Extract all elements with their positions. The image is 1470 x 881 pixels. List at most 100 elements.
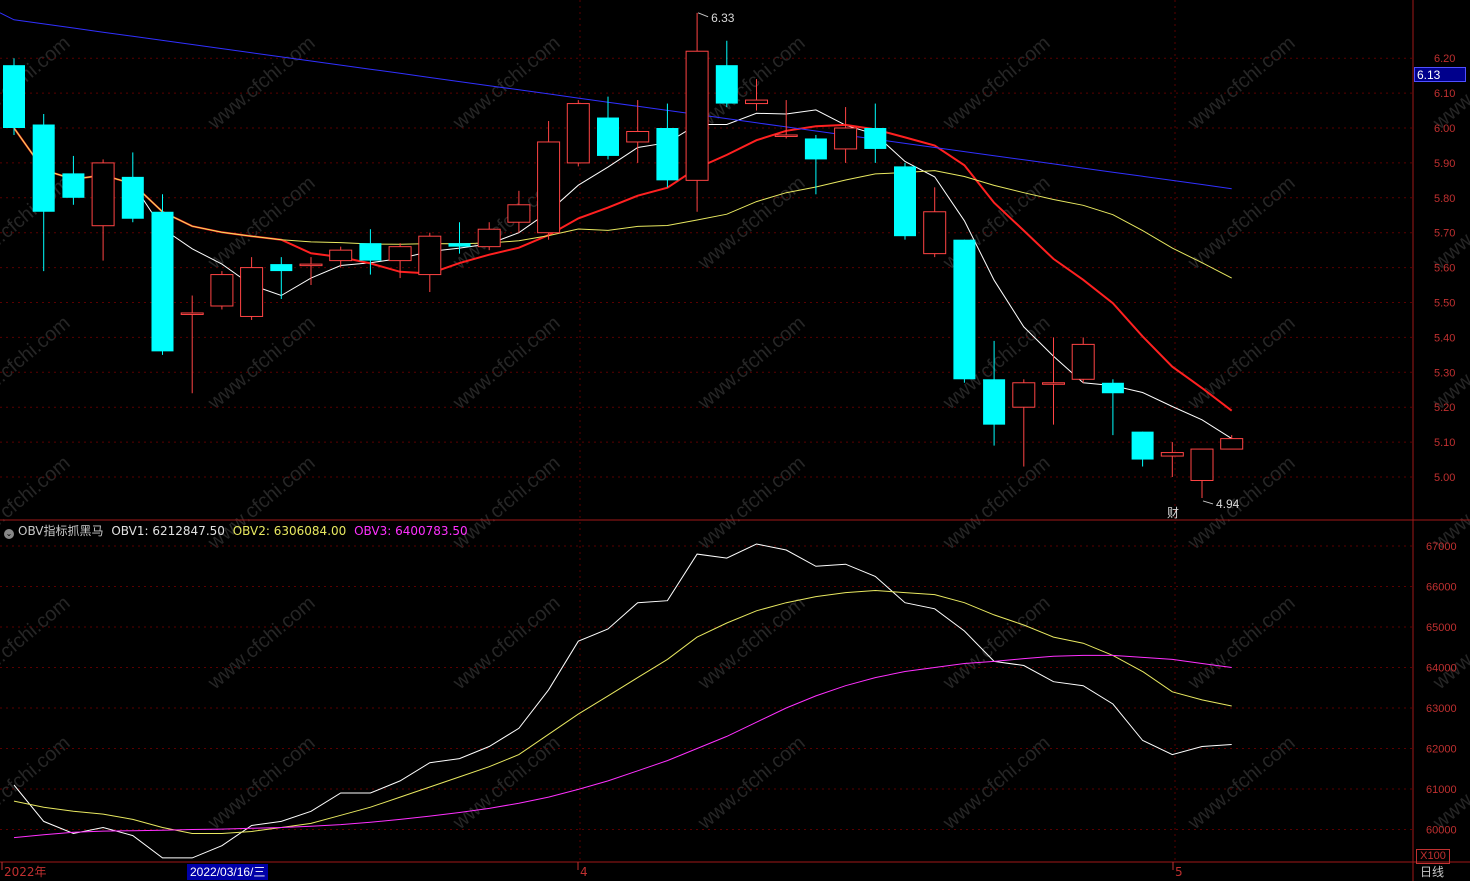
candle-body <box>180 312 204 315</box>
candle-body <box>62 173 85 198</box>
obv2-line <box>13 589 1232 834</box>
candle-body <box>1042 382 1065 385</box>
candle-body <box>864 128 887 149</box>
candle-body <box>834 127 858 150</box>
obv1-label: OBV1: 6212847.50 <box>111 524 225 538</box>
candle-body <box>151 211 174 352</box>
candle-body <box>804 138 827 160</box>
obv-tick-label: 66000 <box>1426 582 1457 594</box>
candle-body <box>1220 438 1244 450</box>
watermark-text: www.cfchi.com <box>938 452 1054 555</box>
candle-body <box>329 249 353 262</box>
watermark-text: www.cfchi.com <box>938 32 1054 135</box>
candle-body <box>774 134 798 137</box>
candle-body <box>983 379 1006 425</box>
period-button[interactable]: 日线 <box>1420 864 1444 880</box>
price-tick-label: 5.40 <box>1434 332 1455 344</box>
candle-body <box>1160 452 1184 457</box>
watermark-text: www.cfchi.com <box>203 732 319 835</box>
watermark-text: www.cfchi.com <box>0 592 75 695</box>
price-tick-label: 5.50 <box>1434 298 1455 310</box>
candle-body <box>1101 382 1124 394</box>
low-price-label: 4.94 <box>1216 497 1240 511</box>
obv2-label: OBV2: 6306084.00 <box>232 524 347 538</box>
price-tick-label: 5.70 <box>1434 228 1455 240</box>
obv-tick-label: 64000 <box>1426 663 1457 675</box>
watermark-text: www.cfchi.com <box>203 452 319 555</box>
obv1-line <box>13 543 1232 859</box>
candle-body <box>1071 343 1095 380</box>
watermark-text: www.cfchi.com <box>448 452 564 555</box>
watermark-text: www.cfchi.com <box>1183 592 1299 695</box>
price-tick-label: 5.30 <box>1434 367 1455 379</box>
cursor-date-label: 2022/03/16/三 <box>187 864 269 880</box>
watermark-text: www.cfchi.com <box>448 592 564 695</box>
watermark-text: www.cfchi.com <box>693 32 809 135</box>
price-tick-label: 5.10 <box>1434 437 1455 449</box>
watermark-text: www.cfchi.com <box>693 452 809 555</box>
candle-body <box>1190 448 1214 481</box>
candle-body <box>685 50 709 181</box>
watermark-text: www.cfchi.com <box>203 592 319 695</box>
candle-body <box>3 65 25 128</box>
time-tick-label: 2022年 <box>4 865 47 879</box>
obv-tick-label: 60000 <box>1426 825 1457 837</box>
watermark-text: www.cfchi.com <box>1428 172 1470 275</box>
scale-badge[interactable]: X100 <box>1416 849 1450 864</box>
watermark-text: www.cfchi.com <box>693 312 809 415</box>
watermark-text: www.cfchi.com <box>1428 592 1470 695</box>
watermark-text: www.cfchi.com <box>448 312 564 415</box>
obv-tick-label: 62000 <box>1426 744 1457 756</box>
watermark-text: www.cfchi.com <box>203 32 319 135</box>
watermark-text: www.cfchi.com <box>448 32 564 135</box>
candle-body <box>1012 382 1036 408</box>
candle-body <box>953 239 976 380</box>
watermark-text: www.cfchi.com <box>1428 32 1470 135</box>
ma10-line <box>13 123 1233 412</box>
watermark-text: www.cfchi.com <box>0 312 75 415</box>
candlestick-series <box>3 12 1244 498</box>
candle-body <box>923 211 947 255</box>
watermark-text: www.cfchi.com <box>938 592 1054 695</box>
obv-lines <box>13 543 1232 859</box>
current-price-tag: 6.13 <box>1414 67 1466 82</box>
price-tick-label: 5.90 <box>1434 158 1455 170</box>
dropdown-circle-icon[interactable]: ⌄ <box>4 529 14 539</box>
candle-body <box>566 103 590 164</box>
obv-tick-label: 67000 <box>1426 541 1457 553</box>
watermark-text: www.cfchi.com <box>1428 452 1470 555</box>
high-price-label: 6.33 <box>711 11 735 25</box>
watermark-text: www.cfchi.com <box>938 732 1054 835</box>
candle-body <box>745 99 768 105</box>
candle-body <box>91 162 115 227</box>
watermark-text: www.cfchi.com <box>693 172 809 275</box>
indicator-legend[interactable]: ⌄ OBV指标抓黑马 OBV1: 6212847.50 OBV2: 6306084… <box>4 522 468 539</box>
price-tick-label: 5.60 <box>1434 263 1455 275</box>
candle-body <box>537 141 561 234</box>
price-tick-label: 6.00 <box>1434 123 1455 135</box>
watermark-text: www.cfchi.com <box>1183 312 1299 415</box>
candle-body <box>448 243 471 247</box>
financial-report-marker: 财 <box>1167 506 1179 520</box>
watermark-text: www.cfchi.com <box>1183 32 1299 135</box>
price-tick-label: 6.10 <box>1434 88 1455 100</box>
obv-tick-label: 65000 <box>1426 622 1457 634</box>
time-tick-label: 5 <box>1175 865 1183 879</box>
obv-tick-label: 63000 <box>1426 703 1457 715</box>
candle-body <box>715 65 738 104</box>
time-tick-label: 4 <box>580 865 588 879</box>
price-tick-label: 5.00 <box>1434 472 1455 484</box>
indicator-name: OBV指标抓黑马 <box>18 524 104 538</box>
candle-body <box>597 117 619 156</box>
high-pointer <box>697 12 709 18</box>
candle-body <box>507 204 531 223</box>
candle-body <box>418 235 442 276</box>
watermark-layer: www.cfchi.com www.cfchi.com www.cfchi.com w… <box>0 32 1470 835</box>
candle-body <box>894 166 916 237</box>
watermark-text: www.cfchi.com <box>1428 312 1470 415</box>
axis-tick-labels: 6.20 6.10 6.00 5.90 5.80 5.70 5.60 5.50 5.40 5.30… <box>1 53 1457 879</box>
price-tick-label: 6.20 <box>1434 53 1455 65</box>
watermark-text: www.cfchi.com <box>0 452 75 555</box>
ma5-line <box>13 109 1232 440</box>
candle-body <box>299 263 323 267</box>
